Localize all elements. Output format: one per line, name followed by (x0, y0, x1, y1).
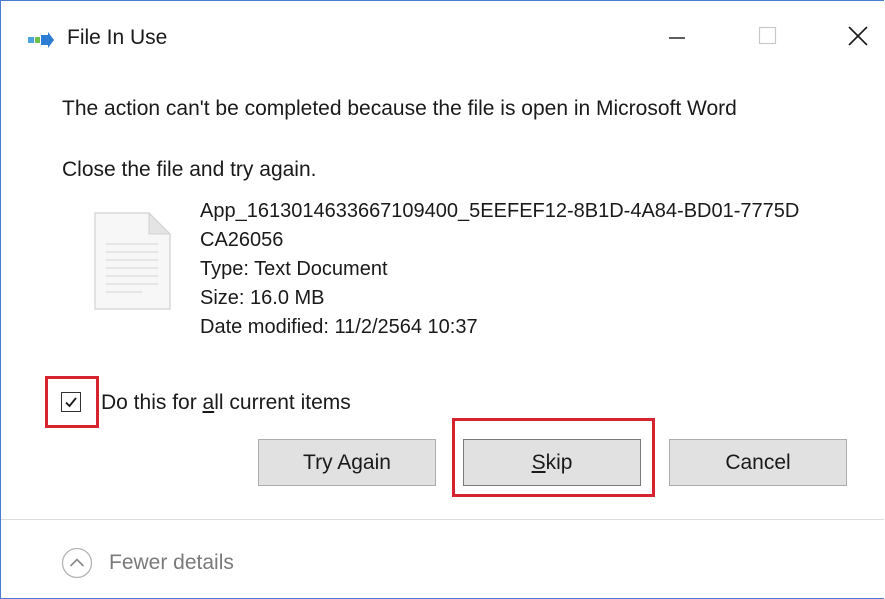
minimize-icon (669, 37, 685, 39)
minimize-button[interactable] (647, 11, 707, 61)
apply-to-all-label[interactable]: Do this for all current items (101, 391, 351, 415)
file-type: Type: Text Document (200, 258, 388, 280)
chevron-up-circle-icon (61, 547, 93, 579)
file-name-line1: App_1613014633667109400_5EEFEF12-8B1D-4A… (200, 200, 800, 222)
error-message: The action can't be completed because th… (62, 97, 737, 120)
skip-highlight-annotation (452, 418, 655, 497)
maximize-icon (758, 26, 777, 45)
checkbox-highlight-annotation (45, 376, 99, 428)
window-title: File In Use (67, 26, 168, 49)
close-icon (848, 26, 868, 46)
text-document-icon (94, 212, 171, 310)
file-details: App_1613014633667109400_5EEFEF12-8B1D-4A… (200, 197, 799, 342)
file-move-icon (28, 32, 54, 48)
file-name-line2: CA26056 (200, 229, 284, 251)
file-in-use-dialog: File In Use The action can't be complete… (0, 0, 884, 599)
fewer-details-toggle[interactable]: Fewer details (61, 546, 234, 580)
title-bar[interactable]: File In Use (1, 1, 884, 75)
label-part: ll current items (214, 391, 351, 414)
label-part: Do this for (101, 391, 203, 414)
file-date-modified: Date modified: 11/2/2564 10:37 (200, 316, 478, 338)
maximize-button[interactable] (741, 11, 801, 61)
cancel-button[interactable]: Cancel (669, 439, 847, 486)
close-button[interactable] (827, 11, 885, 61)
divider (1, 519, 884, 520)
instruction-message: Close the file and try again. (62, 158, 317, 181)
fewer-details-label: Fewer details (109, 551, 234, 574)
try-again-button[interactable]: Try Again (258, 439, 436, 486)
access-key: a (202, 391, 215, 414)
file-size: Size: 16.0 MB (200, 287, 325, 309)
